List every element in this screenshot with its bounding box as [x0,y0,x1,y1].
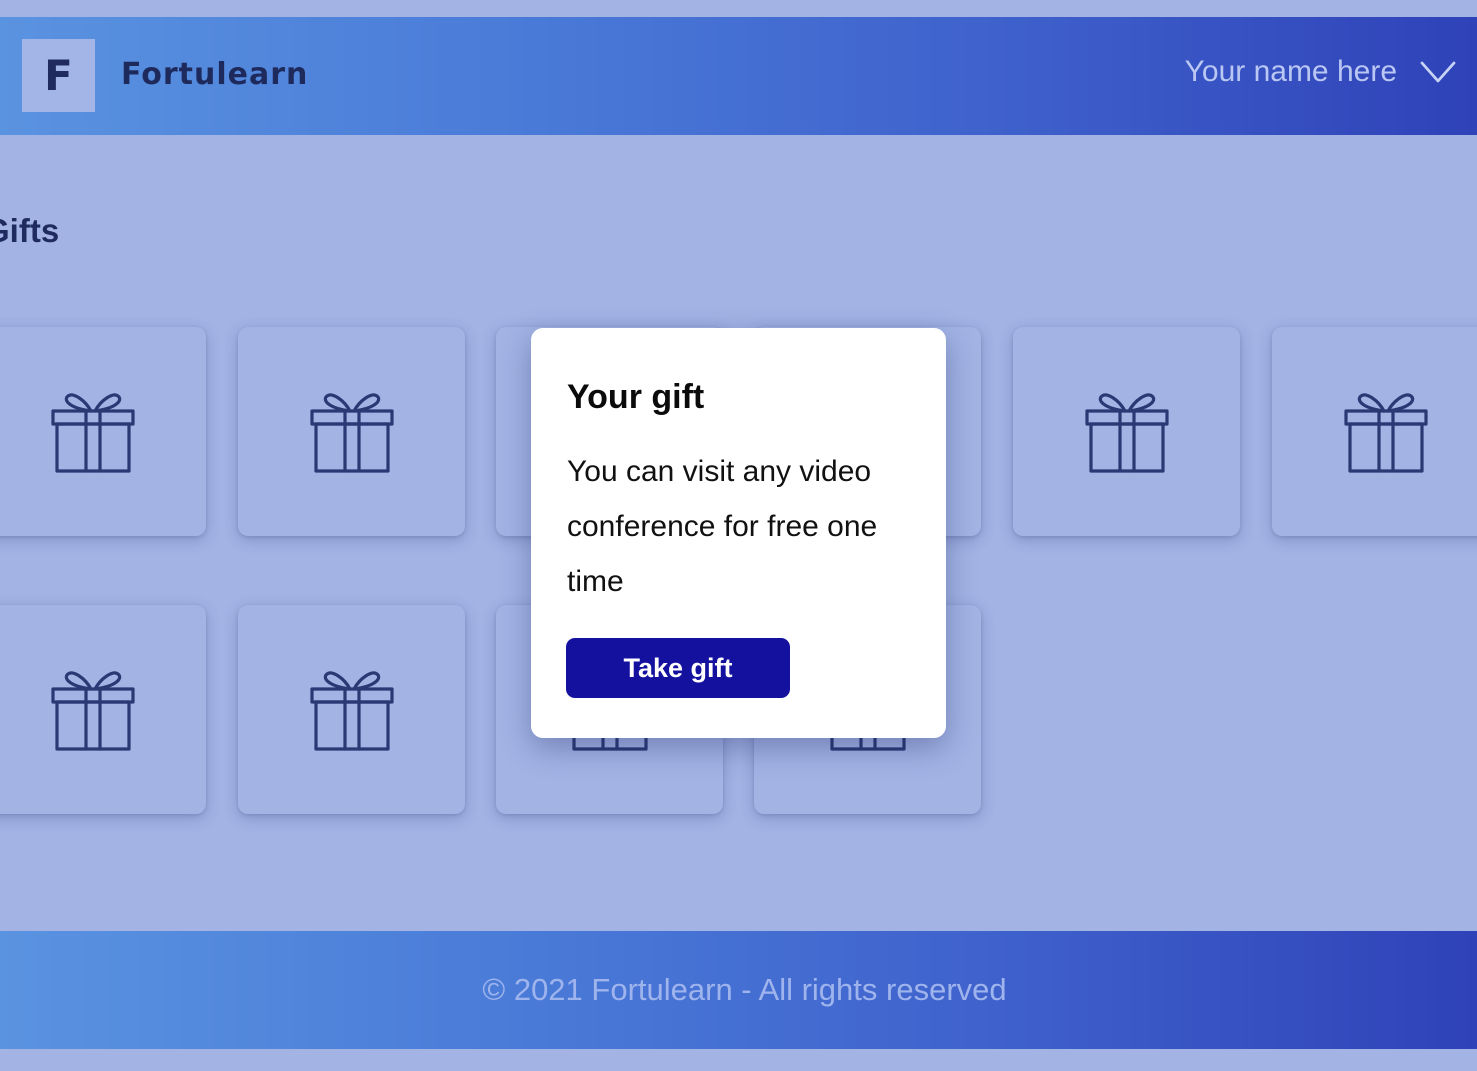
gift-card[interactable] [238,605,465,814]
user-name: Your name here [1184,55,1397,88]
page-title: Gifts [0,212,60,249]
gift-modal: Your gift You can visit any video confer… [531,328,946,738]
gift-icon [51,668,135,752]
footer-text: © 2021 Fortulearn - All rights reserved [482,972,1007,1007]
gift-card[interactable] [0,605,206,814]
gift-icon [51,390,135,474]
footer: © 2021 Fortulearn - All rights reserved [0,931,1477,1049]
modal-text: You can visit any video conference for f… [567,455,878,598]
chevron-down-icon [1420,61,1456,83]
modal-title: Your gift [567,378,705,416]
brand-name: Fortulearn [121,57,309,92]
logo-letter: F [44,50,73,100]
logo[interactable]: F [22,39,95,112]
gift-card[interactable] [238,327,465,536]
gift-card[interactable] [1013,327,1240,536]
gift-icon [310,390,394,474]
gift-card[interactable] [1272,327,1477,536]
user-menu[interactable]: Your name here [1185,55,1457,89]
gift-icon [1344,390,1428,474]
top-header: F Fortulearn Your name here [0,17,1477,135]
take-gift-button[interactable]: Take gift [566,638,790,698]
gift-icon [1085,390,1169,474]
gift-card[interactable] [0,327,206,536]
gift-icon [310,668,394,752]
